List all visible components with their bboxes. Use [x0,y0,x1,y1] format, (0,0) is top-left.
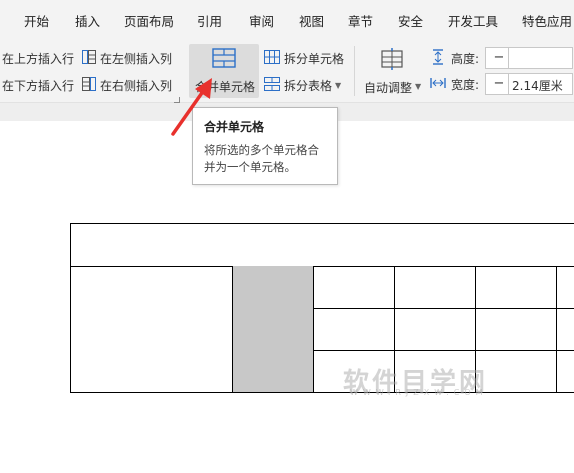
width-icon [430,75,446,94]
table-cell-selected[interactable] [232,266,314,309]
insert-row-below-label: 在下方插入行 [2,79,75,93]
table-cell[interactable] [394,308,476,351]
width-label: 宽度: [451,78,480,92]
auto-fit-button[interactable]: 自动调整 ▼ [362,44,424,98]
table-cell[interactable] [475,308,557,351]
watermark-url: WWW.RJZXW.COM [350,388,488,397]
tooltip-line-2: 并为一个单元格。 [204,160,296,174]
table-cell[interactable] [70,223,574,267]
ribbon-divider [354,46,355,96]
height-minus-button[interactable]: − [490,48,509,68]
table-cell-selected[interactable] [232,308,314,351]
merge-cells-icon [212,48,236,72]
insert-row-above-label: 在上方插入行 [2,52,75,66]
table-cell[interactable] [556,308,574,351]
auto-fit-icon [379,48,405,74]
document-table [70,223,574,393]
red-arrow-icon [171,78,212,136]
menu-bar: 开始 插入 页面布局 引用 审阅 视图 章节 安全 开发工具 特色应用 [0,0,574,38]
split-cells-label: 拆分单元格 [284,52,345,66]
height-label: 高度: [451,52,480,66]
menu-security[interactable]: 安全 [398,11,423,30]
insert-col-right-label: 在右侧插入列 [100,79,173,93]
menu-special[interactable]: 特色应用 [522,11,572,30]
width-value: 2.14厘米 [512,79,563,93]
split-table-label: 拆分表格 [284,79,333,93]
insert-col-left-icon [82,50,96,67]
insert-col-right-icon [82,77,96,94]
split-table-icon [264,77,280,94]
auto-fit-label: 自动调整 [364,81,413,95]
split-cells-button[interactable]: 拆分单元格 [264,50,344,67]
width-minus-button[interactable]: − [490,74,509,94]
table-cell[interactable] [556,350,574,393]
table-cell[interactable] [313,266,395,309]
split-cells-icon [264,50,280,67]
table-cell-selected[interactable] [232,350,314,393]
insert-col-left-label: 在左侧插入列 [100,52,173,66]
table-cell[interactable] [475,266,557,309]
height-icon [431,49,445,69]
menu-view[interactable]: 视图 [299,11,324,30]
table-cell[interactable] [556,266,574,309]
table-cell[interactable] [313,308,395,351]
menu-insert[interactable]: 插入 [75,11,100,30]
menu-developer[interactable]: 开发工具 [448,11,498,30]
chevron-down-icon: ▼ [335,81,342,90]
table-cell[interactable] [70,266,233,393]
menu-reference[interactable]: 引用 [197,11,222,30]
menu-start[interactable]: 开始 [24,11,49,30]
insert-col-left-button[interactable]: 在左侧插入列 [82,50,172,67]
table-cell[interactable] [394,266,476,309]
menu-chapter[interactable]: 章节 [348,11,373,30]
split-table-button[interactable]: 拆分表格 ▼ [264,77,341,94]
insert-row-below-button[interactable]: 在下方插入行 [2,77,74,94]
menu-page-layout[interactable]: 页面布局 [124,11,174,30]
insert-col-right-button[interactable]: 在右侧插入列 [82,77,172,94]
insert-row-above-button[interactable]: 在上方插入行 [2,50,74,67]
tooltip-line-1: 将所选的多个单元格合 [204,143,319,157]
auto-fit-chevron-icon: ▼ [415,82,422,91]
menu-review[interactable]: 审阅 [249,11,274,30]
